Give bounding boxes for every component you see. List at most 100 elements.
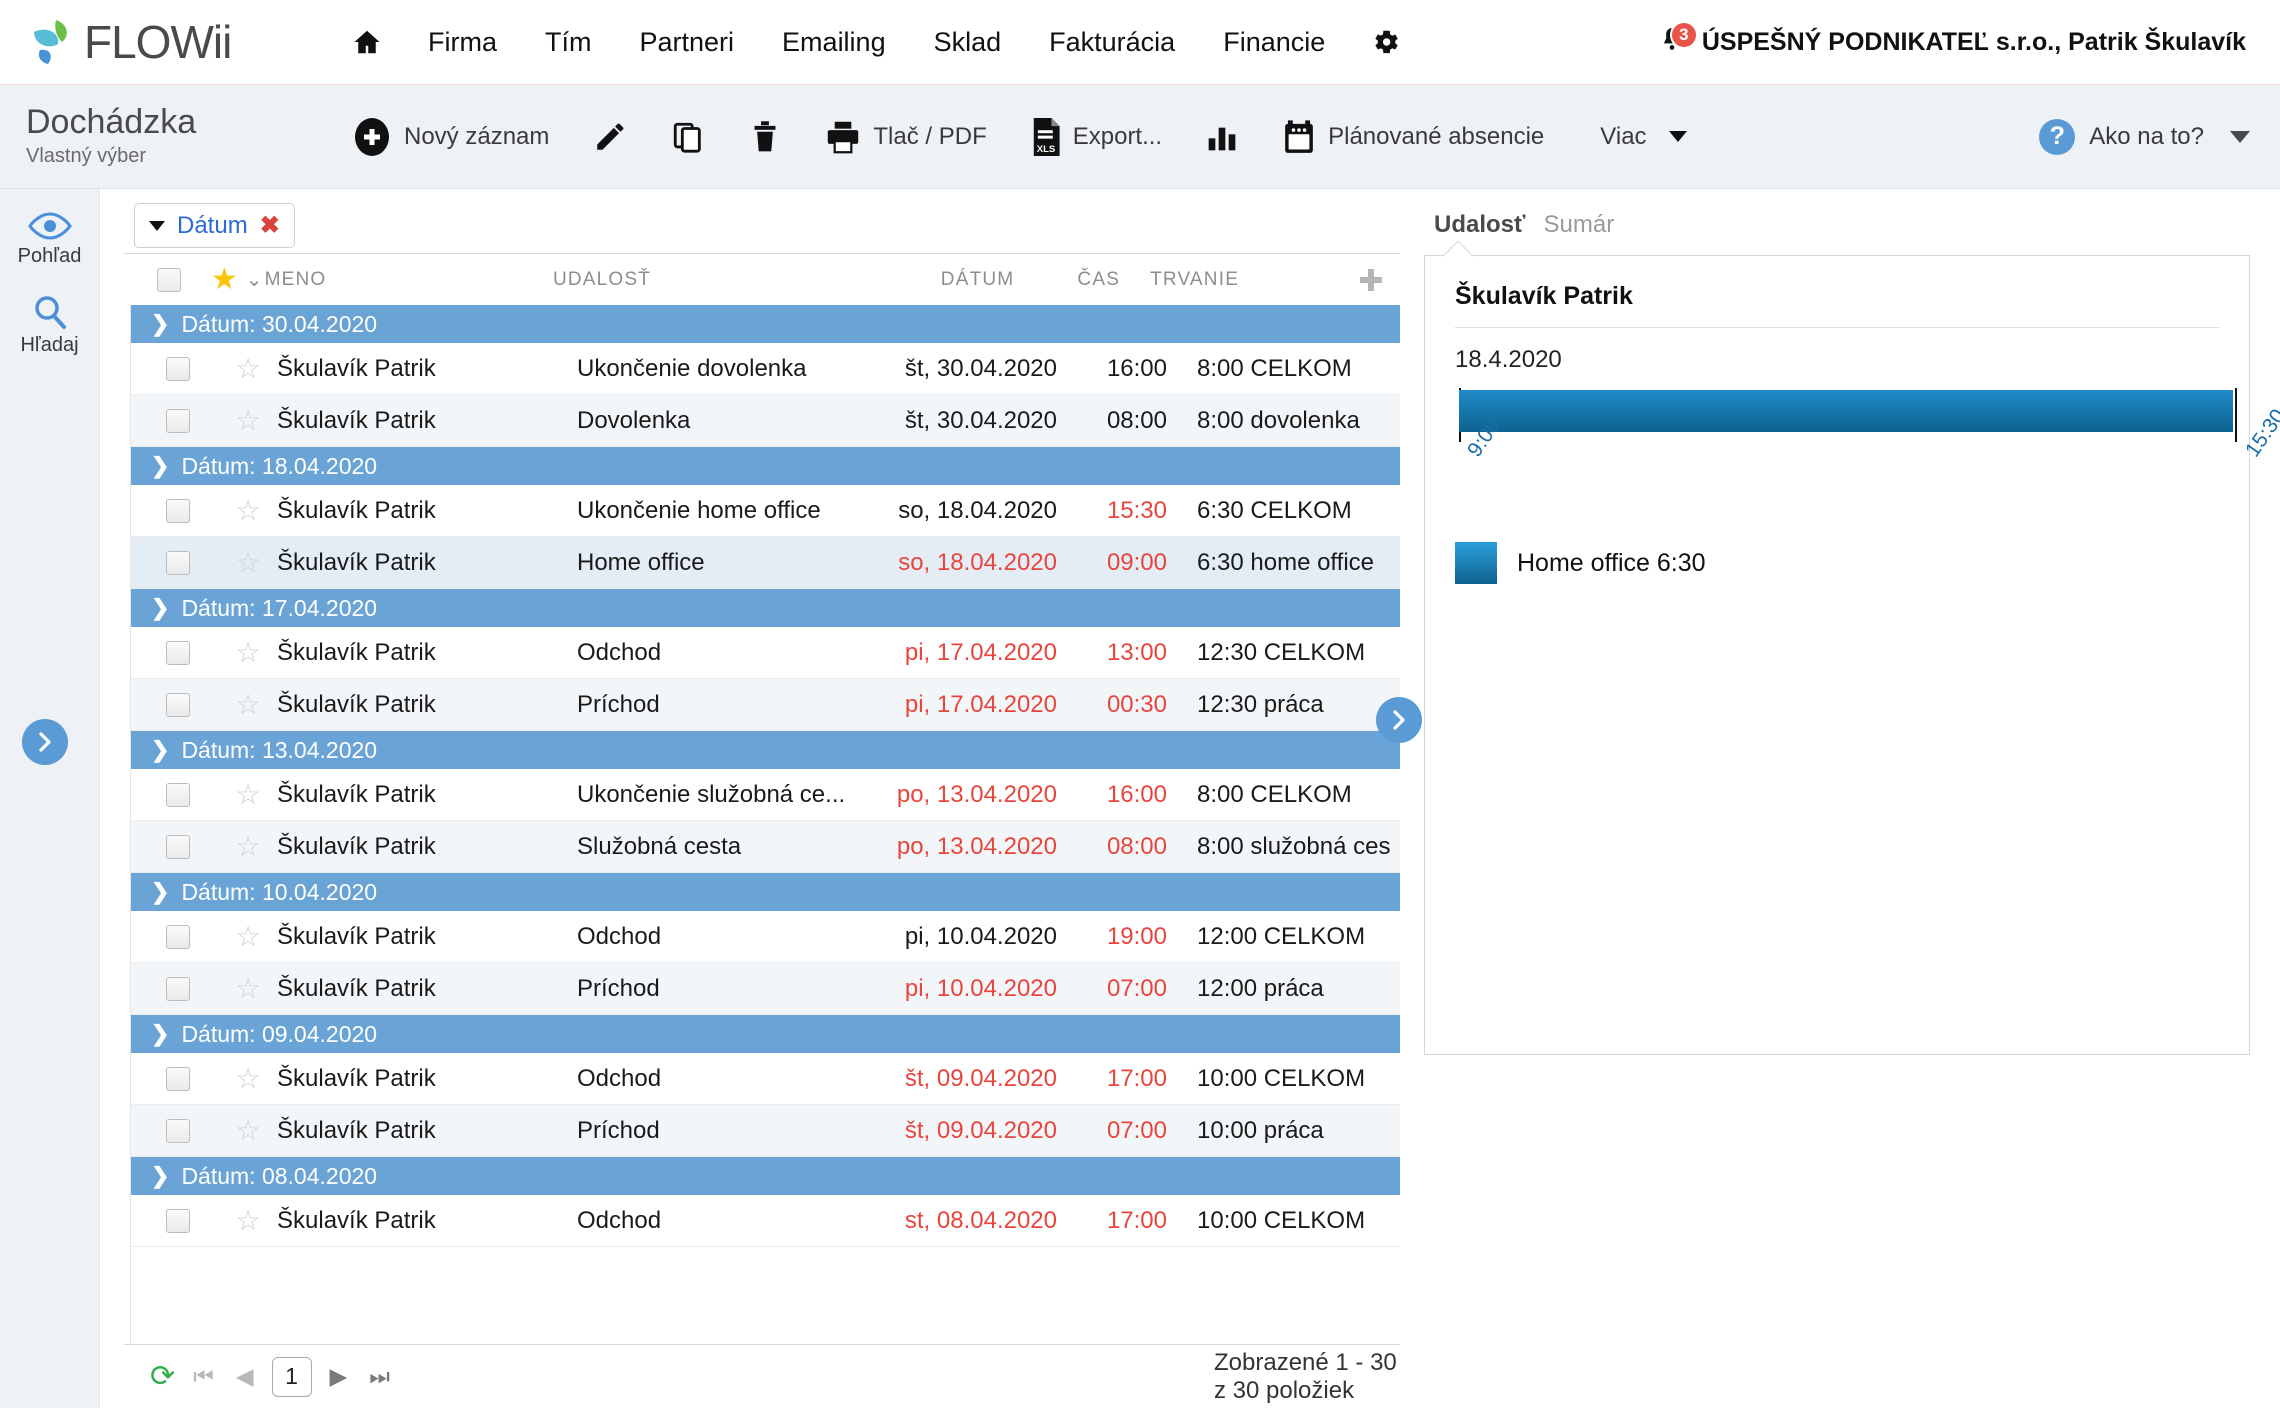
- edit-button[interactable]: [571, 85, 649, 189]
- rail-item-view[interactable]: Pohľad: [0, 211, 99, 268]
- select-all-checkbox[interactable]: [130, 267, 209, 292]
- table-row[interactable]: ☆ Škulavík Patrik Príchod pi, 17.04.2020 00:…: [131, 679, 1400, 731]
- tab-sumar[interactable]: Sumár: [1544, 211, 1615, 239]
- row-favorite-star[interactable]: ☆: [219, 406, 277, 435]
- row-favorite-star[interactable]: ☆: [219, 548, 277, 577]
- nav-item-emailing[interactable]: Emailing: [758, 27, 910, 58]
- page-number-input[interactable]: 1: [271, 1356, 312, 1397]
- delete-button[interactable]: [727, 85, 803, 189]
- planned-absences-button[interactable]: Plánované absencie: [1260, 85, 1566, 189]
- table-row[interactable]: ☆ Škulavík Patrik Odchod pi, 10.04.2020 19:0…: [131, 911, 1400, 963]
- brand-logo[interactable]: FLOWii: [0, 15, 330, 69]
- group-header-row[interactable]: ❯ Dátum: 09.04.2020: [131, 1015, 1400, 1053]
- row-checkbox[interactable]: [137, 692, 219, 717]
- nav-item-firma[interactable]: Firma: [404, 27, 521, 58]
- group-header-row[interactable]: ❯ Dátum: 17.04.2020: [131, 589, 1400, 627]
- table-row[interactable]: ☆ Škulavík Patrik Odchod pi, 17.04.2020 13:0…: [131, 627, 1400, 679]
- group-header-row[interactable]: ❯ Dátum: 13.04.2020: [131, 731, 1400, 769]
- collapse-detail-panel-button[interactable]: [1376, 697, 1422, 743]
- row-checkbox[interactable]: [137, 356, 219, 381]
- row-checkbox[interactable]: [137, 976, 219, 1001]
- column-header-trvanie[interactable]: TRVANIE: [1120, 269, 1342, 291]
- table-row[interactable]: ☆ Škulavík Patrik Príchod pi, 10.04.2020 07:…: [131, 963, 1400, 1015]
- table-row[interactable]: ☆ Škulavík Patrik Dovolenka št, 30.04.2020 0…: [131, 395, 1400, 447]
- previous-page-button[interactable]: ◀: [232, 1363, 258, 1390]
- card-notch: [1442, 240, 1474, 272]
- row-favorite-star[interactable]: ☆: [219, 1064, 277, 1093]
- gear-icon[interactable]: [1349, 27, 1423, 57]
- column-header-meno[interactable]: MENO: [265, 269, 553, 291]
- user-area[interactable]: 3 ÚSPEŠNÝ PODNIKATEĽ s.r.o., Patrik Škul…: [1658, 21, 2246, 59]
- next-page-button[interactable]: ▶: [326, 1363, 352, 1390]
- new-record-button[interactable]: Nový záznam: [330, 85, 571, 189]
- remove-filter-icon[interactable]: ✖: [260, 211, 280, 240]
- statistics-button[interactable]: [1184, 85, 1260, 189]
- table-row[interactable]: ☆ Škulavík Patrik Ukončenie home office so,…: [131, 485, 1400, 537]
- row-favorite-star[interactable]: ☆: [219, 1116, 277, 1145]
- print-pdf-button[interactable]: Tlač / PDF: [803, 85, 1008, 189]
- row-checkbox[interactable]: [137, 782, 219, 807]
- row-checkbox[interactable]: [137, 1208, 219, 1233]
- nav-item-fakturacia[interactable]: Fakturácia: [1025, 27, 1199, 58]
- nav-item-financie[interactable]: Financie: [1199, 27, 1349, 58]
- records-grid-body[interactable]: ❯ Dátum: 30.04.2020 ☆ Škulavík Patrik Ukonče…: [130, 305, 1400, 1344]
- group-header-row[interactable]: ❯ Dátum: 30.04.2020: [131, 305, 1400, 343]
- notifications-bell[interactable]: 3: [1658, 21, 1698, 59]
- group-header-row[interactable]: ❯ Dátum: 10.04.2020: [131, 873, 1400, 911]
- chevron-right-icon: ❯: [151, 737, 170, 762]
- tab-udalost[interactable]: Udalosť: [1434, 211, 1526, 239]
- table-row[interactable]: ☆ Škulavík Patrik Home office so, 18.04.202…: [131, 537, 1400, 589]
- row-favorite-star[interactable]: ☆: [219, 832, 277, 861]
- rail-item-search[interactable]: Hľadaj: [0, 294, 99, 357]
- group-header-row[interactable]: ❯ Dátum: 08.04.2020: [131, 1157, 1400, 1195]
- nav-item-sklad[interactable]: Sklad: [910, 27, 1026, 58]
- table-row[interactable]: ☆ Škulavík Patrik Odchod št, 09.04.2020 17:0…: [131, 1053, 1400, 1105]
- row-favorite-star[interactable]: ☆: [219, 690, 277, 719]
- row-checkbox[interactable]: [137, 408, 219, 433]
- nav-item-partneri[interactable]: Partneri: [616, 27, 759, 58]
- refresh-icon[interactable]: ⟳: [150, 1359, 175, 1394]
- table-row[interactable]: ☆ Škulavík Patrik Služobná cesta po, 13.04.…: [131, 821, 1400, 873]
- help-area[interactable]: ? Ako na to?: [2039, 118, 2250, 155]
- row-favorite-star[interactable]: ☆: [219, 780, 277, 809]
- table-row[interactable]: ☆ Škulavík Patrik Ukončenie služobná ce...…: [131, 769, 1400, 821]
- table-row[interactable]: ☆ Škulavík Patrik Odchod st, 08.04.2020 17:0…: [131, 1195, 1400, 1247]
- copy-button[interactable]: [649, 85, 727, 189]
- table-row[interactable]: ☆ Škulavík Patrik Príchod št, 09.04.2020 07:…: [131, 1105, 1400, 1157]
- row-checkbox[interactable]: [137, 924, 219, 949]
- cell-datum: pi, 10.04.2020: [904, 922, 1057, 950]
- table-row[interactable]: ☆ Škulavík Patrik Ukončenie dovolenka št, 3…: [131, 343, 1400, 395]
- column-header-cas[interactable]: ČAS: [1014, 269, 1120, 291]
- nav-home-icon[interactable]: [330, 27, 404, 57]
- last-page-button[interactable]: ⏭: [365, 1363, 394, 1390]
- row-checkbox[interactable]: [137, 498, 219, 523]
- column-header-udalost[interactable]: UDALOSŤ: [553, 269, 822, 291]
- export-button[interactable]: XLS Export...: [1009, 85, 1184, 189]
- cell-cas: 15:30: [1106, 496, 1167, 524]
- detail-person-name: Škulavík Patrik: [1455, 282, 1633, 310]
- more-menu-button[interactable]: Viac: [1566, 85, 1708, 189]
- filter-chip-datum[interactable]: Dátum ✖: [134, 203, 295, 248]
- cell-cas: 07:00: [1106, 974, 1167, 1002]
- nav-item-tim[interactable]: Tím: [521, 27, 616, 58]
- column-header-datum[interactable]: DÁTUM: [822, 269, 1014, 291]
- row-checkbox[interactable]: [137, 834, 219, 859]
- row-favorite-star[interactable]: ☆: [219, 496, 277, 525]
- first-page-button[interactable]: ⏮: [189, 1363, 218, 1390]
- row-checkbox[interactable]: [137, 1066, 219, 1091]
- expand-left-rail-button[interactable]: [22, 719, 68, 765]
- group-header-label: Dátum: 08.04.2020: [181, 1162, 378, 1189]
- add-column-button[interactable]: [1342, 267, 1400, 293]
- group-header-row[interactable]: ❯ Dátum: 18.04.2020: [131, 447, 1400, 485]
- row-checkbox[interactable]: [137, 1118, 219, 1143]
- row-favorite-star[interactable]: ☆: [219, 638, 277, 667]
- cell-cas: 16:00: [1106, 780, 1167, 808]
- favorite-column-header[interactable]: ★ ⌄: [209, 264, 265, 295]
- row-checkbox[interactable]: [137, 640, 219, 665]
- row-favorite-star[interactable]: ☆: [219, 922, 277, 951]
- cell-datum: so, 18.04.2020: [898, 496, 1057, 524]
- row-favorite-star[interactable]: ☆: [219, 974, 277, 1003]
- row-checkbox[interactable]: [137, 550, 219, 575]
- row-favorite-star[interactable]: ☆: [219, 1206, 277, 1235]
- row-favorite-star[interactable]: ☆: [219, 354, 277, 383]
